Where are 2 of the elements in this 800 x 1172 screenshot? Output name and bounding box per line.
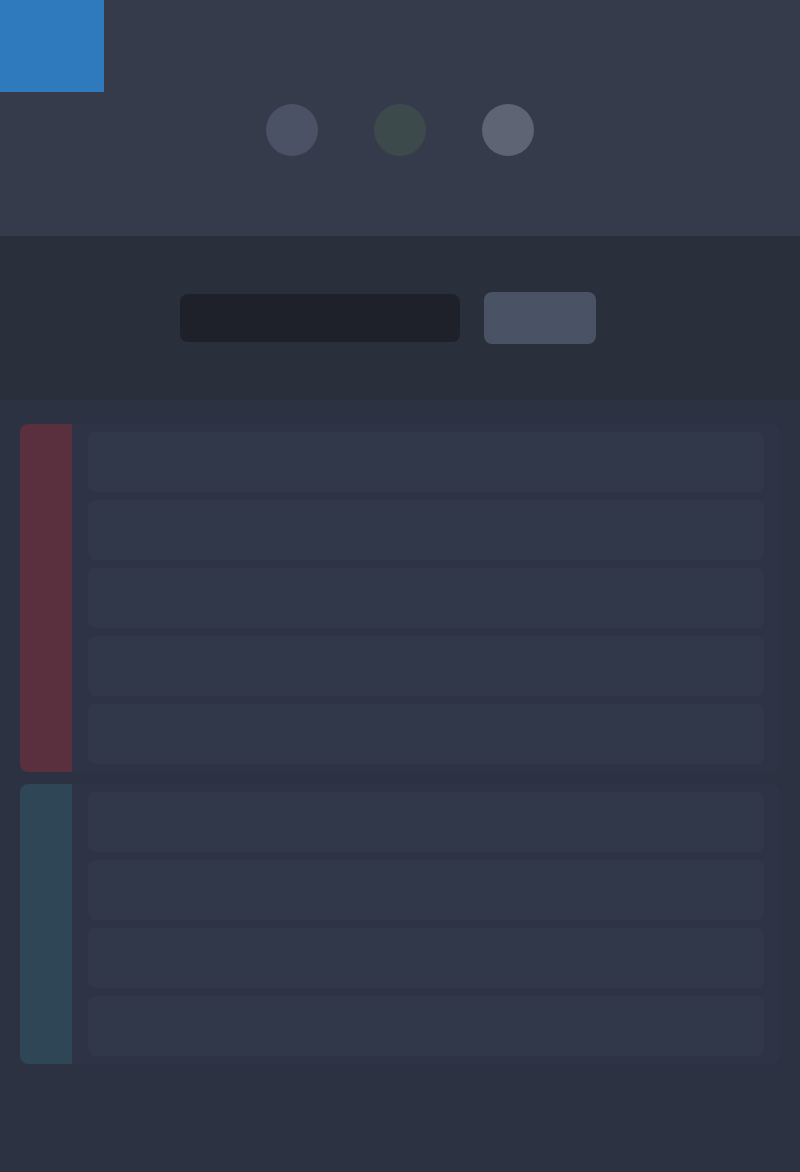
toolbar-button[interactable] — [484, 292, 596, 344]
app-logo-icon[interactable] — [0, 0, 104, 92]
